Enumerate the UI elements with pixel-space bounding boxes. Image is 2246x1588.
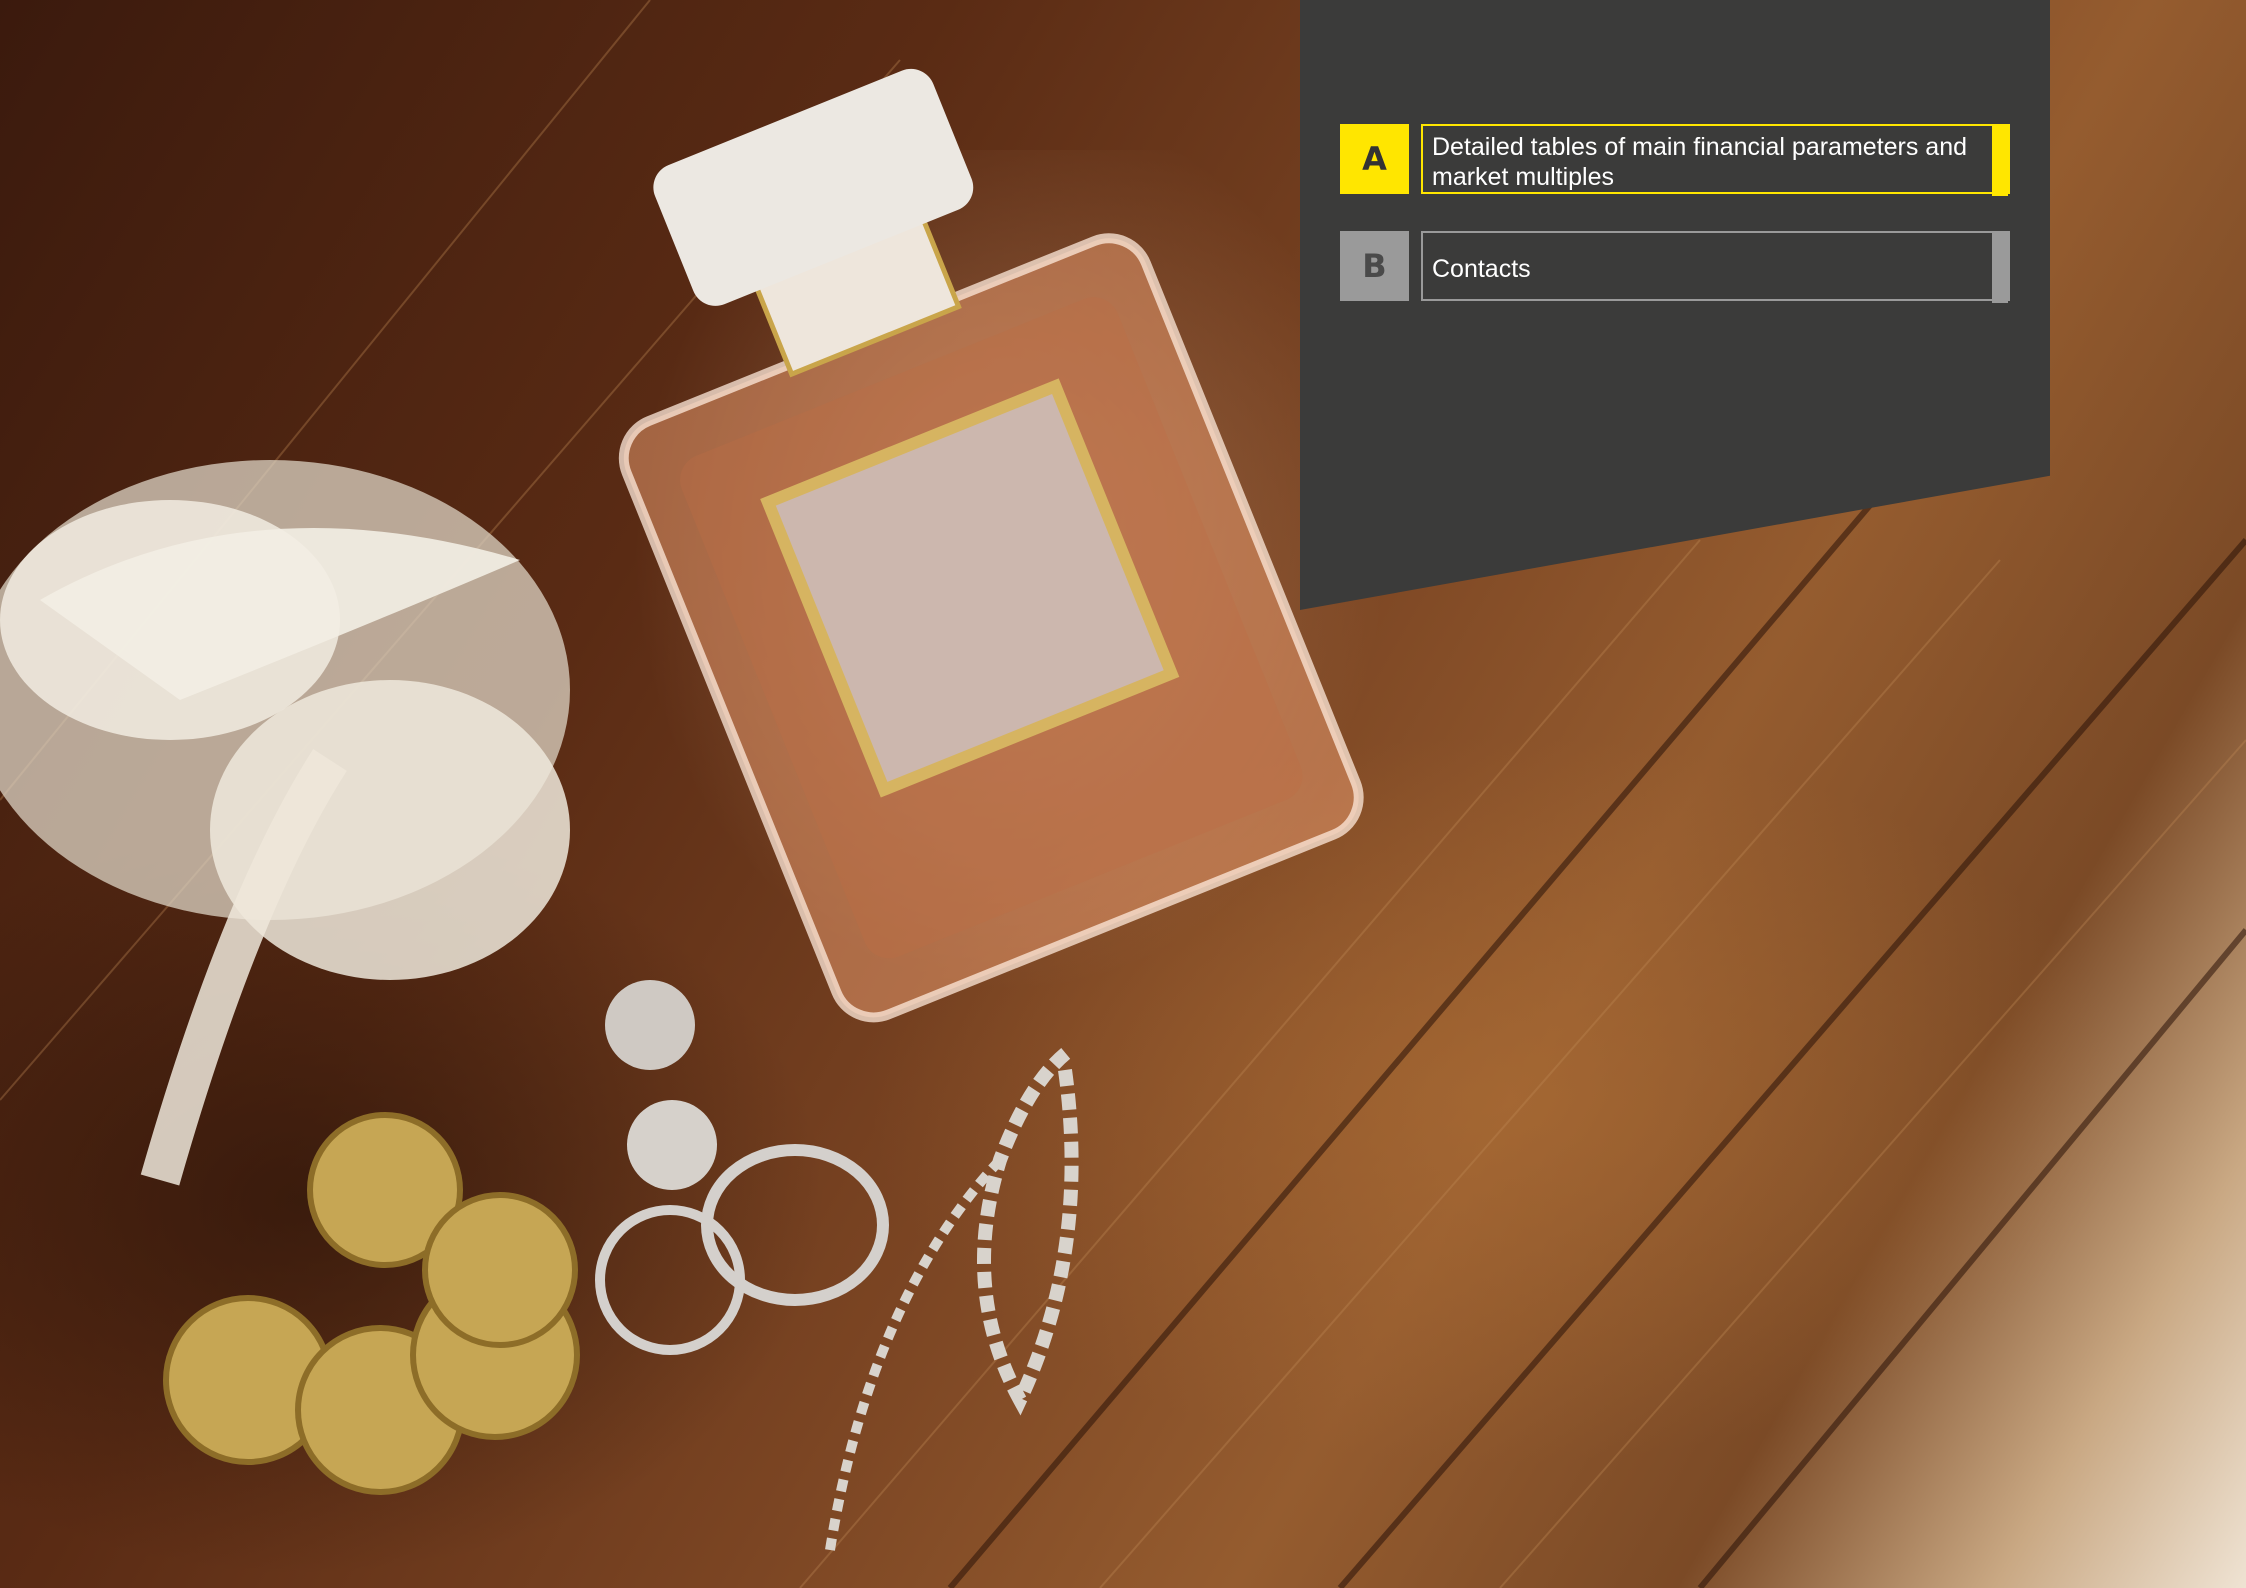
toc-item-b[interactable]: B Contacts: [1340, 231, 2010, 303]
bracelet-icon: [825, 1156, 1004, 1551]
bracelet-icon: [977, 1044, 1079, 1416]
ring-icon: [701, 1144, 889, 1306]
toc-item-title: Contacts: [1432, 254, 1531, 283]
toc-accent-bar: [1992, 126, 2008, 196]
earring-icon: [627, 1100, 717, 1190]
toc-item-a[interactable]: A Detailed tables of main financial para…: [1340, 124, 2010, 196]
toc-item-title: Detailed tables of main financial parame…: [1432, 132, 1968, 191]
toc-item-title-box[interactable]: Contacts: [1421, 231, 2010, 303]
earring-icon: [605, 980, 695, 1070]
ring-icon: [595, 1205, 745, 1355]
toc-item-title-box[interactable]: Detailed tables of main financial parame…: [1421, 124, 2010, 196]
toc-accent-bar: [1992, 233, 2008, 303]
toc-letter-badge: A: [1340, 124, 1409, 194]
toc-letter-badge: B: [1340, 231, 1409, 301]
